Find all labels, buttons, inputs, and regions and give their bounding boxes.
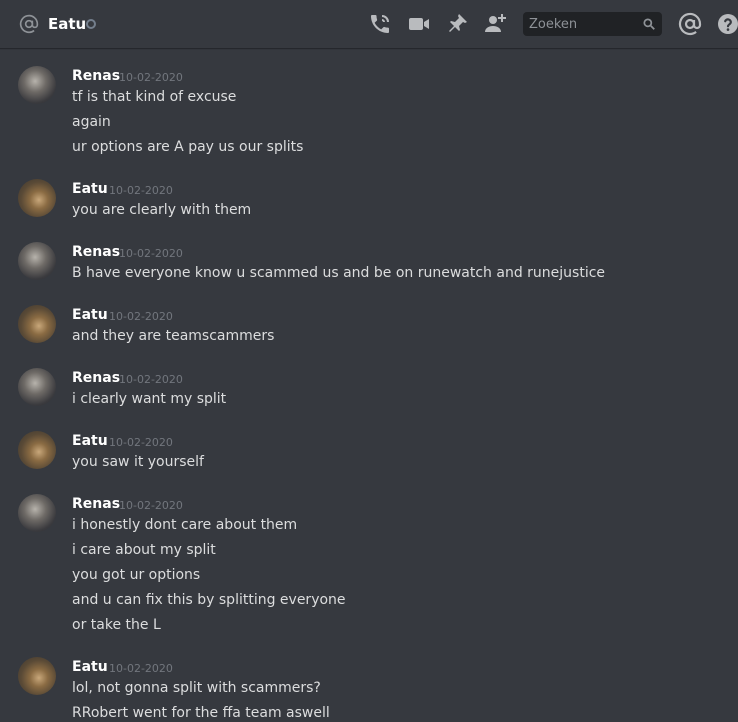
message-text: i care about my split	[72, 542, 216, 558]
avatar[interactable]	[18, 431, 56, 469]
message-author[interactable]: Renas	[72, 243, 120, 261]
search-icon	[643, 18, 655, 30]
avatar[interactable]	[18, 368, 56, 406]
help-icon[interactable]	[716, 12, 738, 36]
message-list[interactable]: Renas 10-02-2020 tf is that kind of excu…	[0, 48, 738, 721]
message-timestamp: 10-02-2020	[119, 373, 183, 386]
message-timestamp: 10-02-2020	[119, 71, 183, 84]
avatar[interactable]	[18, 242, 56, 280]
chat-header: Eatu	[0, 0, 738, 48]
search-box[interactable]	[523, 12, 662, 36]
message-text: tf is that kind of excuse	[72, 89, 237, 105]
status-indicator	[86, 19, 96, 29]
message-timestamp: 10-02-2020	[109, 662, 173, 675]
pin-icon[interactable]	[445, 12, 469, 36]
avatar[interactable]	[18, 179, 56, 217]
message-timestamp: 10-02-2020	[119, 499, 183, 512]
message-text: B have everyone know u scammed us and be…	[72, 265, 606, 281]
message-author[interactable]: Renas	[72, 369, 120, 387]
message-timestamp: 10-02-2020	[119, 247, 183, 260]
search-input[interactable]	[523, 12, 635, 36]
phone-icon[interactable]	[368, 12, 392, 36]
avatar[interactable]	[18, 494, 56, 532]
message-author[interactable]: Eatu	[72, 432, 108, 450]
message-text: and they are teamscammers	[72, 328, 275, 344]
message-text: you saw it yourself	[72, 454, 204, 470]
mention-icon[interactable]	[678, 12, 702, 36]
message-text: RRobert went for the ffa team aswell	[72, 705, 330, 721]
avatar[interactable]	[18, 305, 56, 343]
message-timestamp: 10-02-2020	[109, 184, 173, 197]
message-author[interactable]: Eatu	[72, 180, 108, 198]
video-icon[interactable]	[407, 12, 431, 36]
at-icon	[19, 14, 39, 34]
message-text: you are clearly with them	[72, 202, 252, 218]
message-author[interactable]: Eatu	[72, 658, 108, 676]
message-text: ur options are A pay us our splits	[72, 139, 304, 155]
message-author[interactable]: Renas	[72, 495, 120, 513]
avatar[interactable]	[18, 657, 56, 695]
message-text: lol, not gonna split with scammers?	[72, 680, 321, 696]
message-text: you got ur options	[72, 567, 201, 583]
message-author[interactable]: Renas	[72, 67, 120, 85]
message-author[interactable]: Eatu	[72, 306, 108, 324]
message-text: and u can fix this by splitting everyone	[72, 592, 346, 608]
channel-title: Eatu	[48, 15, 87, 33]
avatar[interactable]	[18, 66, 56, 104]
message-text: or take the L	[72, 617, 161, 633]
message-text: i honestly dont care about them	[72, 517, 298, 533]
message-text: i clearly want my split	[72, 391, 227, 407]
message-text: again	[72, 114, 111, 130]
message-timestamp: 10-02-2020	[109, 436, 173, 449]
message-timestamp: 10-02-2020	[109, 310, 173, 323]
add-member-icon[interactable]	[484, 12, 508, 36]
